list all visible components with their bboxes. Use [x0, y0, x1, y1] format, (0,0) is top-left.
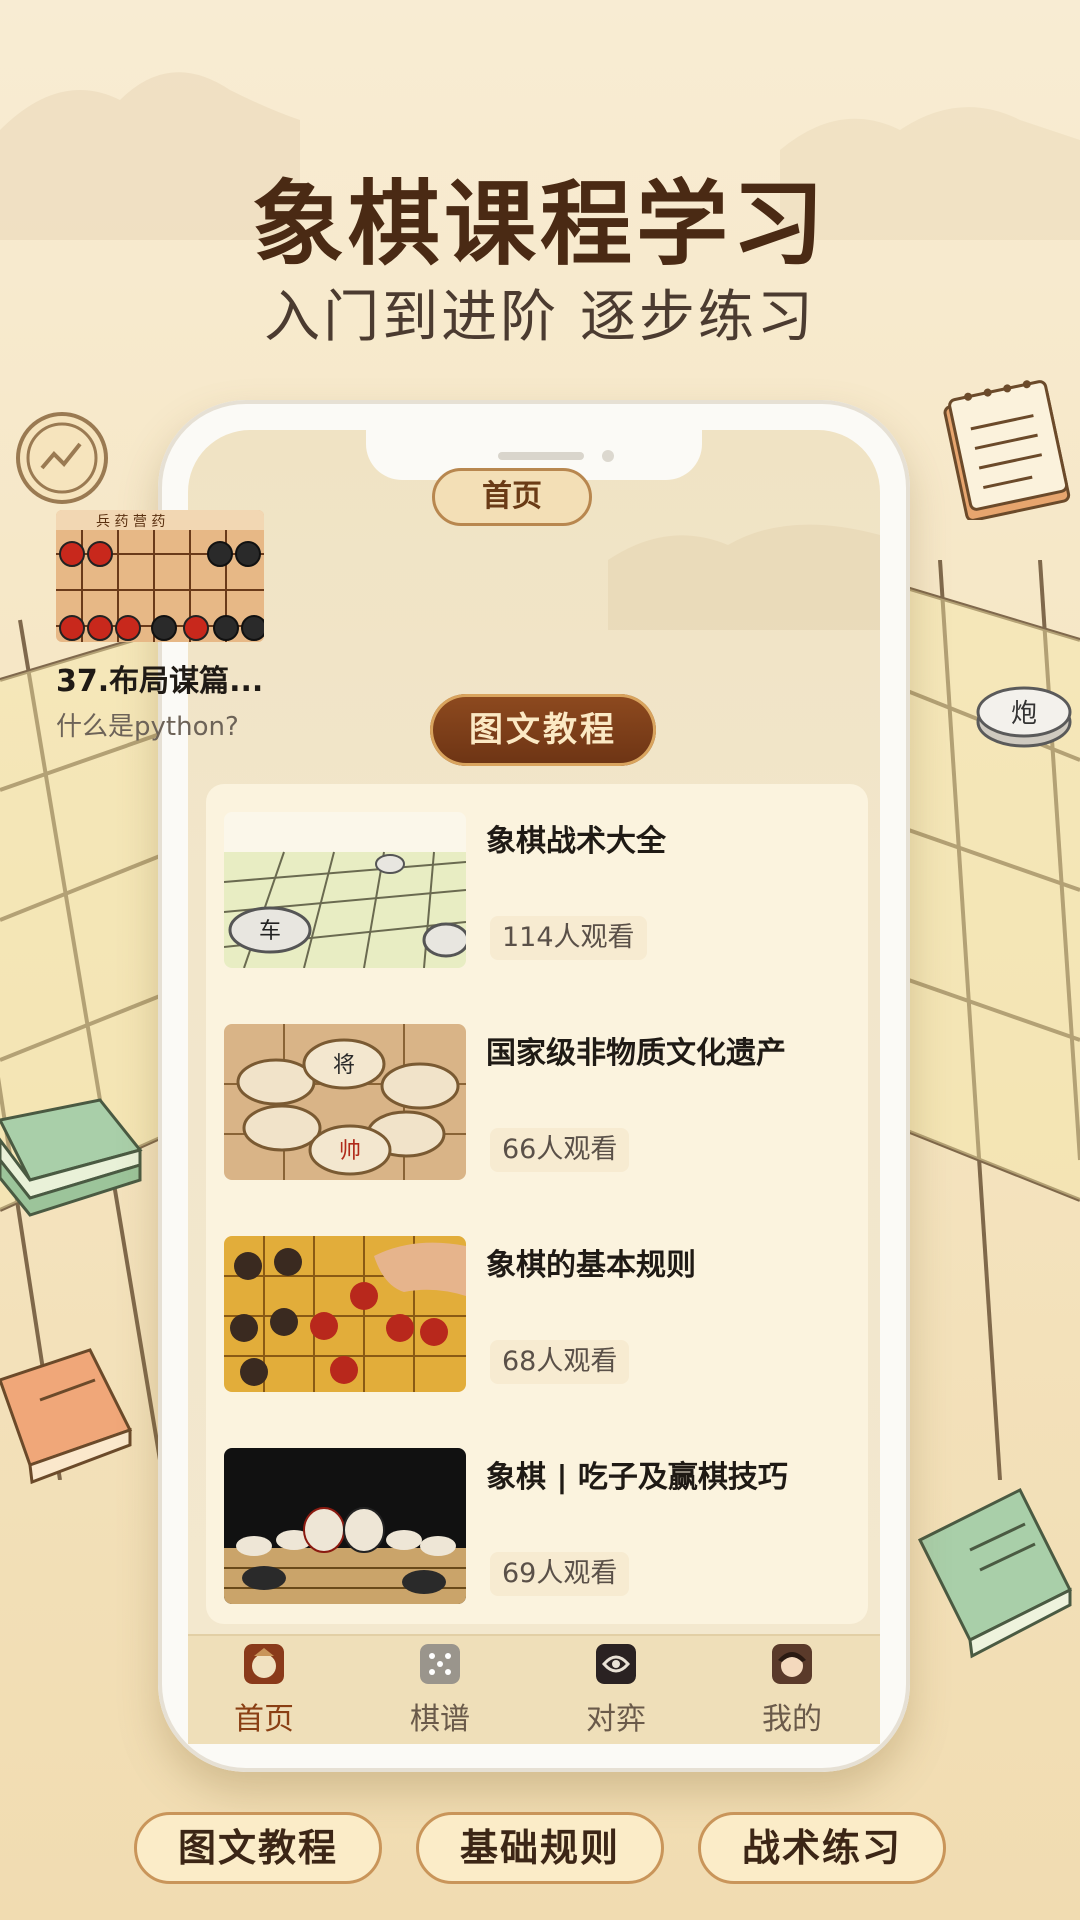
tab-profile[interactable]: 我的: [732, 1644, 852, 1738]
list-item[interactable]: 将 帅 国家级非物质文化遗产 66人观看: [224, 1024, 854, 1194]
svg-text:兵 药 营 药: 兵 药 营 药: [96, 514, 165, 530]
featured-subtitle: 什么是python?: [56, 712, 239, 742]
svg-text:将: 将: [333, 1053, 355, 1078]
speaker-grille: [498, 452, 584, 460]
course-title: 国家级非物质文化遗产: [486, 1036, 786, 1071]
course-title: 象棋 | 吃子及赢棋技巧: [486, 1460, 788, 1495]
pill-tactics-practice[interactable]: 战术练习: [698, 1812, 946, 1884]
tab-home[interactable]: 首页: [204, 1644, 324, 1738]
course-thumbnail: 车: [224, 812, 466, 968]
hero-subtitle: 入门到进阶 逐步练习: [264, 285, 816, 350]
course-thumbnail: [224, 1236, 466, 1392]
featured-thumbnail[interactable]: 兵 药 营 药: [56, 510, 264, 642]
svg-text:炮: 炮: [1011, 699, 1037, 729]
course-thumbnail: 将 帅: [224, 1024, 466, 1180]
tab-label: 首页: [234, 1702, 294, 1737]
avatar-icon: [772, 1644, 812, 1684]
svg-text:车: 车: [259, 919, 281, 944]
green-book-icon: [917, 1487, 1073, 1659]
hero-title: 象棋课程学习: [251, 171, 828, 278]
top-tab-home[interactable]: 首页: [432, 468, 592, 526]
tab-play[interactable]: 对弈: [556, 1644, 676, 1738]
dice-icon: [420, 1644, 460, 1684]
bottom-tab-bar: 首页 棋谱 对弈 我的: [188, 1634, 880, 1744]
orange-book-icon: [0, 1348, 133, 1485]
green-books-icon: [0, 1098, 143, 1217]
svg-text:帅: 帅: [339, 1139, 361, 1164]
chart-badge-icon: [16, 412, 108, 504]
list-item[interactable]: 象棋的基本规则 68人观看: [224, 1236, 854, 1406]
notepad-icon: [943, 380, 1071, 520]
list-item[interactable]: 象棋 | 吃子及赢棋技巧 69人观看: [224, 1448, 854, 1618]
home-icon: [244, 1644, 284, 1684]
featured-title[interactable]: 37.布局谋篇...: [56, 656, 263, 700]
view-count-badge: 68人观看: [490, 1340, 630, 1384]
list-item[interactable]: 车 象棋战术大全 114人观看: [224, 812, 854, 982]
tab-label: 我的: [762, 1702, 822, 1737]
swirl-icon: [596, 1644, 636, 1684]
course-thumbnail: [224, 1448, 466, 1604]
view-count-badge: 66人观看: [490, 1128, 630, 1172]
view-count-badge: 69人观看: [490, 1552, 630, 1596]
tab-records[interactable]: 棋谱: [380, 1644, 500, 1738]
tab-label: 对弈: [586, 1702, 646, 1737]
course-title: 象棋战术大全: [486, 824, 666, 859]
pill-basic-rules[interactable]: 基础规则: [416, 1812, 664, 1884]
course-title: 象棋的基本规则: [486, 1248, 696, 1283]
tab-label: 棋谱: [410, 1702, 470, 1737]
chess-piece-decoration: 炮: [976, 686, 1072, 748]
view-count-badge: 114人观看: [490, 916, 647, 960]
course-list: 车 象棋战术大全 114人观看 将 帅 国家级非物质文化遗产 66人观看 象棋的…: [206, 784, 868, 1624]
front-camera: [602, 450, 614, 462]
pill-tutorials[interactable]: 图文教程: [134, 1812, 382, 1884]
section-title-banner: 图文教程: [430, 694, 656, 766]
